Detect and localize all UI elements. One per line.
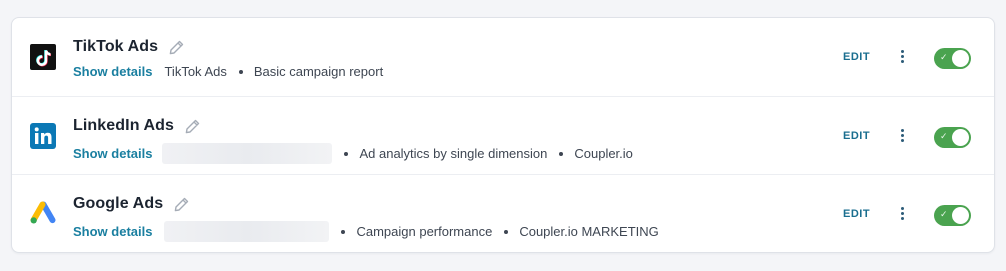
edit-button[interactable]: EDIT [843,51,870,63]
show-details-link[interactable]: Show details [73,224,152,239]
toggle-knob [952,207,969,224]
separator-dot [504,229,509,234]
rename-pencil-icon[interactable] [184,118,201,135]
more-options-icon[interactable] [896,47,908,67]
enable-toggle[interactable]: ✓ [934,205,971,226]
enable-toggle[interactable]: ✓ [934,48,971,69]
separator-dot [341,229,346,234]
toggle-knob [952,50,969,67]
check-icon: ✓ [940,132,948,142]
linkedin-logo-icon [30,123,56,149]
edit-button[interactable]: EDIT [843,130,870,142]
check-icon: ✓ [940,53,948,63]
destination-label: Coupler.io [574,146,633,161]
check-icon: ✓ [940,210,948,220]
more-options-icon[interactable] [896,204,908,224]
redacted-account-name [162,143,333,164]
integration-title: Google Ads [73,195,164,212]
separator-dot [559,151,564,156]
integration-row-tiktok: TikTok Ads Show details TikTok Ads Basic… [12,18,994,96]
integration-title: TikTok Ads [73,38,159,55]
integration-row-google-ads: Google Ads Show details Campaign perform… [12,174,994,253]
destination-label: Coupler.io MARKETING [519,224,659,239]
separator-dot [238,69,243,74]
source-label: TikTok Ads [164,64,227,79]
edit-button[interactable]: EDIT [843,208,870,220]
tiktok-logo-icon [30,44,56,70]
integration-row-linkedin: LinkedIn Ads Show details Ad analytics b… [12,96,994,174]
report-label: Basic campaign report [253,64,384,79]
enable-toggle[interactable]: ✓ [934,127,971,148]
integrations-card: TikTok Ads Show details TikTok Ads Basic… [11,17,995,253]
separator-dot [344,151,349,156]
rename-pencil-icon[interactable] [173,196,190,213]
rename-pencil-icon[interactable] [168,39,185,56]
show-details-link[interactable]: Show details [73,64,152,79]
google-ads-logo-icon [30,201,56,227]
report-label: Ad analytics by single dimension [359,146,548,161]
report-label: Campaign performance [356,224,493,239]
toggle-knob [952,129,969,146]
more-options-icon[interactable] [896,126,908,146]
show-details-link[interactable]: Show details [73,146,152,161]
redacted-account-name [164,221,330,242]
integration-title: LinkedIn Ads [73,117,175,134]
